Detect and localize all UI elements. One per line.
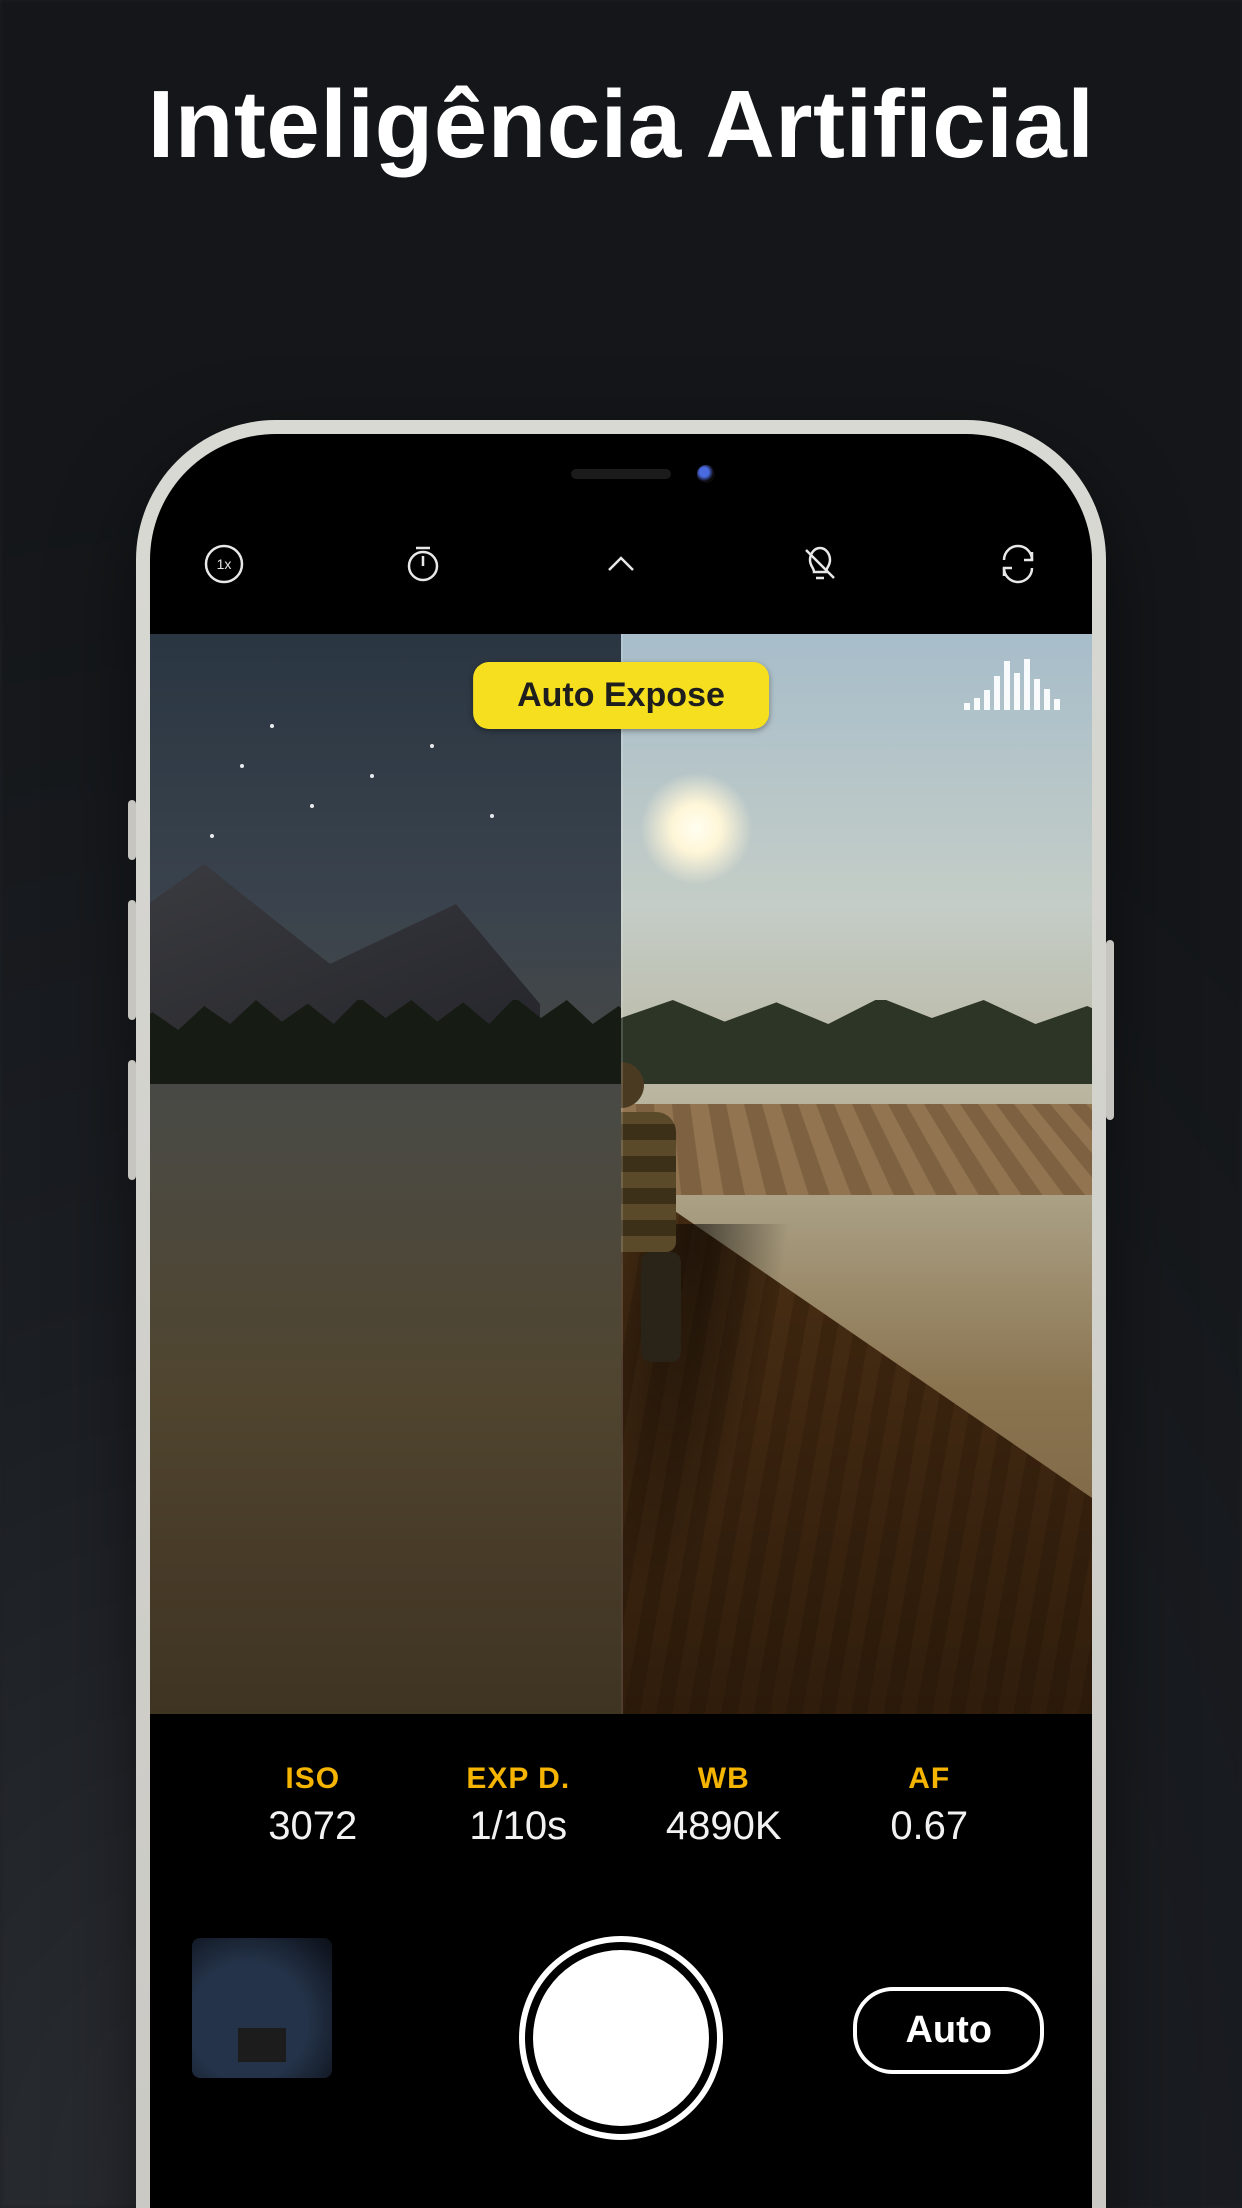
phone-power-button — [1106, 940, 1114, 1120]
phone-volume-down — [128, 1060, 136, 1180]
flash-off-icon[interactable] — [792, 536, 848, 592]
setting-white-balance[interactable]: WB 4890K — [644, 1762, 804, 1849]
before-after-divider[interactable] — [621, 634, 623, 1714]
setting-label: ISO — [233, 1762, 393, 1796]
switch-camera-icon[interactable] — [990, 536, 1046, 592]
phone-front-camera — [697, 465, 715, 483]
setting-value: 4890K — [644, 1804, 804, 1849]
zoom-button[interactable]: 1x — [196, 536, 252, 592]
phone-screen: 1x — [150, 434, 1092, 2208]
setting-label: WB — [644, 1762, 804, 1796]
stars — [150, 634, 621, 1714]
camera-bottombar: Auto — [150, 1886, 1092, 2208]
svg-text:1x: 1x — [217, 556, 232, 572]
phone-mute-switch — [128, 800, 136, 860]
setting-exposure-duration[interactable]: EXP D. 1/10s — [438, 1762, 598, 1849]
chevron-up-icon[interactable] — [593, 536, 649, 592]
setting-label: AF — [849, 1762, 1009, 1796]
phone-volume-up — [128, 900, 136, 1020]
setting-iso[interactable]: ISO 3072 — [233, 1762, 393, 1849]
setting-value: 3072 — [233, 1804, 393, 1849]
histogram-icon[interactable] — [964, 658, 1060, 710]
shutter-button[interactable] — [533, 1950, 709, 2126]
setting-value: 0.67 — [849, 1804, 1009, 1849]
timer-icon[interactable] — [395, 536, 451, 592]
marketing-headline: Inteligência Artificial — [0, 70, 1242, 180]
setting-label: EXP D. — [438, 1762, 598, 1796]
exposure-settings-row: ISO 3072 EXP D. 1/10s WB 4890K AF 0.67 — [150, 1754, 1092, 1849]
phone-frame: 1x — [136, 420, 1106, 2208]
setting-autofocus[interactable]: AF 0.67 — [849, 1762, 1009, 1849]
phone-speaker — [571, 469, 671, 479]
setting-value: 1/10s — [438, 1804, 598, 1849]
mode-auto-button[interactable]: Auto — [853, 1987, 1044, 2074]
camera-viewfinder[interactable]: Auto Expose — [150, 634, 1092, 1714]
camera-topbar: 1x — [150, 524, 1092, 604]
auto-expose-badge[interactable]: Auto Expose — [473, 662, 769, 729]
phone-notch — [491, 456, 751, 492]
gallery-thumbnail[interactable] — [192, 1938, 332, 2078]
viewfinder-image-left-dark — [150, 634, 621, 1714]
